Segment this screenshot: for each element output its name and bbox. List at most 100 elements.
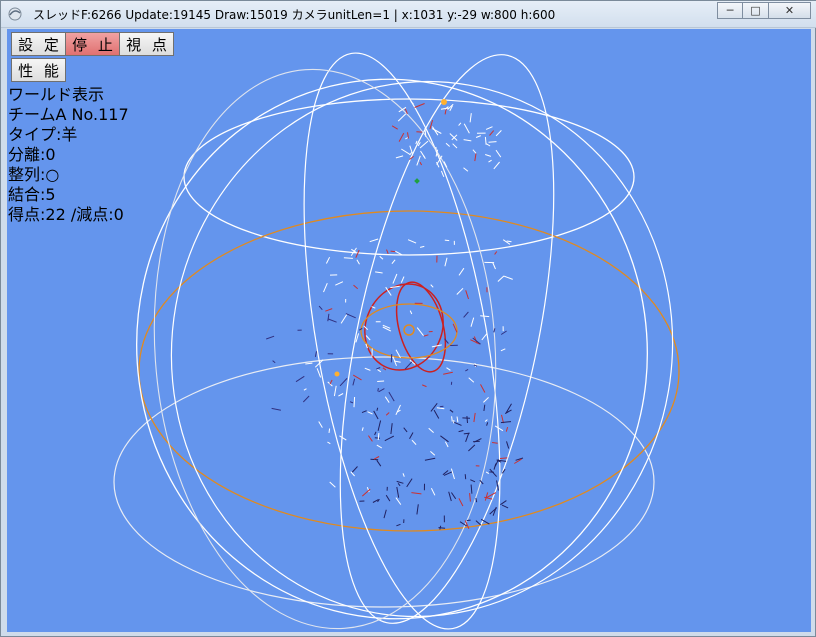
agent-streak xyxy=(353,284,359,290)
agent-streak xyxy=(305,362,313,365)
agent-streak xyxy=(338,393,344,397)
agent-streak xyxy=(385,494,391,502)
agent-streak xyxy=(485,126,493,130)
agent-streak xyxy=(458,122,462,126)
agent-streak xyxy=(430,284,434,288)
agent-streak xyxy=(497,275,505,282)
agent-streak xyxy=(409,432,414,439)
orange-marker xyxy=(441,99,447,105)
agent-streak xyxy=(485,471,490,475)
agent-streak xyxy=(352,378,356,386)
agent-streak xyxy=(325,308,333,312)
agent-streak xyxy=(470,317,475,327)
agent-streak xyxy=(356,259,360,265)
agent-streak xyxy=(463,311,469,318)
agent-streak xyxy=(475,497,478,503)
agent-streak xyxy=(489,468,497,477)
agent-streak xyxy=(443,371,453,375)
agent-streak xyxy=(430,487,436,496)
agent-streak xyxy=(423,334,429,337)
meridian-ring-d xyxy=(339,54,555,624)
agent-streak xyxy=(367,435,373,442)
agent-streak xyxy=(468,444,476,452)
performance-button[interactable]: 性 能 xyxy=(11,58,66,82)
agent-streak xyxy=(436,407,445,410)
agent-streak xyxy=(395,404,401,416)
agent-streak xyxy=(367,411,373,415)
agent-streak xyxy=(377,369,382,373)
agent-streak xyxy=(353,396,356,408)
agent-streak xyxy=(448,491,452,502)
world-view-canvas[interactable]: 設 定 停 止 視 点 性 能 ワールド表示 チームA No.117 タイプ:羊… xyxy=(7,29,811,632)
agent-streak xyxy=(396,486,400,498)
agent-streak xyxy=(327,318,337,323)
agent-streak xyxy=(397,113,407,122)
agent-streak xyxy=(465,432,470,442)
title-bar[interactable]: スレッドF:6266 Update:19145 Draw:15019 カメラun… xyxy=(1,1,816,28)
agent-streak xyxy=(369,238,379,243)
agent-streak xyxy=(395,155,404,159)
agent-streak xyxy=(411,492,422,495)
agent-streak xyxy=(463,139,472,142)
agent-streak xyxy=(377,420,382,431)
agent-streak xyxy=(470,479,476,483)
agent-streak xyxy=(398,106,407,113)
agent-streak xyxy=(385,412,390,416)
agent-streak xyxy=(409,310,413,315)
stop-button[interactable]: 停 止 xyxy=(65,32,120,56)
agent-streak xyxy=(383,509,387,519)
agent-streak xyxy=(469,493,471,502)
agent-streak xyxy=(493,161,500,170)
close-button[interactable]: ✕ xyxy=(769,2,811,19)
agent-streak xyxy=(419,140,429,149)
agent-streak xyxy=(416,504,419,515)
agent-streak xyxy=(435,146,437,153)
maximize-button[interactable]: □ xyxy=(743,2,769,19)
agent-streak xyxy=(494,425,504,432)
agent-streak xyxy=(484,136,487,145)
agent-streak xyxy=(361,410,367,414)
agent-streak xyxy=(468,377,475,383)
agent-streak xyxy=(505,426,509,432)
agent-streak xyxy=(339,435,347,441)
agent-streak xyxy=(416,155,421,166)
agent-streak xyxy=(375,271,383,274)
agent-streak xyxy=(377,433,380,441)
agent-streak xyxy=(376,407,379,411)
agent-streak xyxy=(475,135,481,138)
agent-streak xyxy=(351,466,358,473)
top-latitude-ring xyxy=(183,98,635,256)
agent-streak xyxy=(398,132,405,142)
agent-streak xyxy=(481,332,488,341)
agent-streak xyxy=(475,520,482,526)
agent-streak xyxy=(335,281,344,286)
agent-streak xyxy=(488,159,492,163)
view-button[interactable]: 視 点 xyxy=(119,32,174,56)
agent-streak xyxy=(472,440,480,443)
agent-streak xyxy=(397,482,401,487)
agent-streak xyxy=(340,314,348,324)
agent-streak xyxy=(392,273,398,284)
agent-streak xyxy=(391,259,396,265)
meridian-ring-c xyxy=(303,52,501,630)
agent-streak xyxy=(464,474,467,480)
agent-streak xyxy=(295,375,305,383)
agent-streak xyxy=(450,468,455,480)
window-title: スレッドF:6266 Update:19145 Draw:15019 カメラun… xyxy=(33,8,556,22)
agent-streak xyxy=(465,368,469,372)
close-icon: ✕ xyxy=(784,4,795,17)
agent-streak xyxy=(416,327,424,337)
agent-streak xyxy=(379,255,384,260)
agent-streak xyxy=(349,401,354,404)
agent-streak xyxy=(484,419,488,422)
agent-streak xyxy=(345,313,356,319)
settings-button[interactable]: 設 定 xyxy=(11,32,66,56)
agent-streak xyxy=(391,125,398,130)
agent-streak xyxy=(373,456,380,460)
agent-streak xyxy=(327,313,330,322)
agent-streak xyxy=(422,384,427,388)
agent-streak xyxy=(401,148,411,156)
agent-streak xyxy=(406,478,413,488)
minimize-button[interactable]: ─ xyxy=(717,2,743,19)
agent-streak xyxy=(439,525,442,530)
